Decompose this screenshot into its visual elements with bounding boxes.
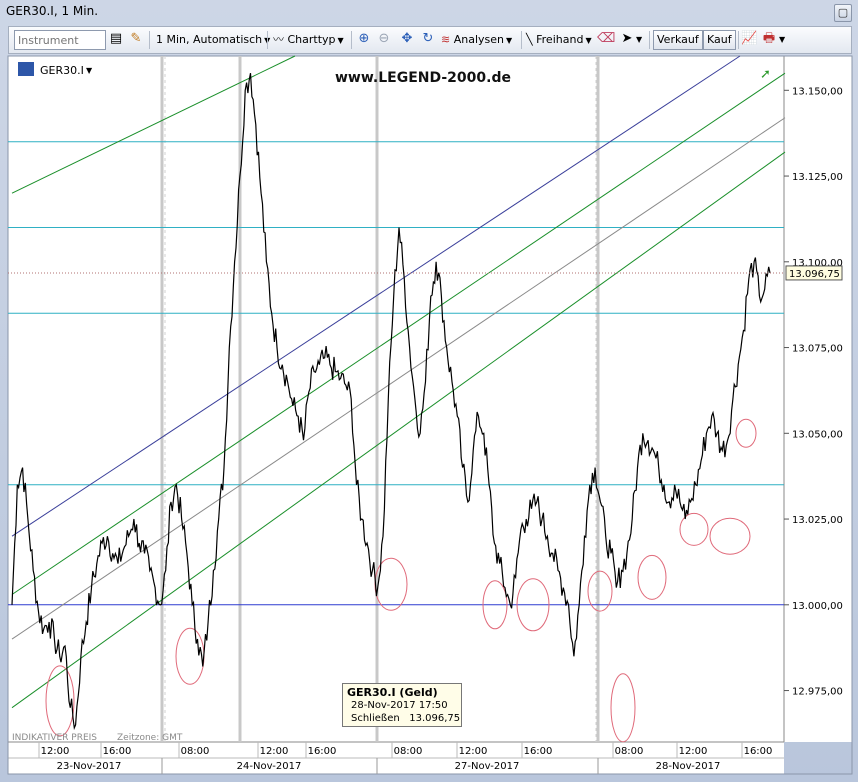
timezone-label: Zeitzone: GMT xyxy=(117,733,183,743)
x-tick-label: 16:00 xyxy=(308,746,337,757)
plot-area xyxy=(8,56,784,742)
x-tick-label: 08:00 xyxy=(181,746,210,757)
price-chart[interactable]: 12.975,00 13.000,00 13.025,00 13.050,00 13.0… xyxy=(0,0,858,782)
symbol-dropdown-icon[interactable]: ▼ xyxy=(86,66,93,75)
date-label: 27-Nov-2017 xyxy=(455,761,520,772)
x-tick-label: 08:00 xyxy=(615,746,644,757)
y-tick-label: 13.050,00 xyxy=(792,429,843,440)
last-price-label: 13.096,75 xyxy=(789,269,840,280)
date-label: 28-Nov-2017 xyxy=(656,761,721,772)
tooltip-datetime: 28-Nov-2017 17:50 xyxy=(351,700,448,711)
date-label: 24-Nov-2017 xyxy=(237,761,302,772)
tooltip-close: Schließen 13.096,75 xyxy=(347,712,461,725)
tooltip-title: GER30.I (Geld) xyxy=(347,686,438,699)
indicative-price-label: INDIKATIVER PREIS xyxy=(12,733,97,743)
y-axis-panel xyxy=(784,56,852,742)
x-tick-label: 16:00 xyxy=(103,746,132,757)
x-tick-label: 12:00 xyxy=(459,746,488,757)
y-tick-label: 13.000,00 xyxy=(792,601,843,612)
price-tooltip: GER30.I (Geld) 28-Nov-2017 17:50 Schließ… xyxy=(342,683,462,727)
date-label: 23-Nov-2017 xyxy=(57,761,122,772)
trend-up-icon: ➚ xyxy=(760,67,771,82)
y-tick-label: 13.125,00 xyxy=(792,172,843,183)
tooltip-close-label: Schließen xyxy=(351,713,400,724)
x-tick-label: 12:00 xyxy=(41,746,70,757)
x-tick-label: 12:00 xyxy=(679,746,708,757)
y-tick-label: 13.075,00 xyxy=(792,344,843,355)
y-tick-label: 12.975,00 xyxy=(792,687,843,698)
x-tick-label: 16:00 xyxy=(524,746,553,757)
tooltip-close-value: 13.096,75 xyxy=(409,713,461,724)
watermark-text: www.LEGEND-2000.de xyxy=(335,70,511,86)
x-tick-label: 16:00 xyxy=(744,746,773,757)
symbol-label[interactable]: GER30.I xyxy=(40,64,84,77)
cfd-icon xyxy=(18,62,34,76)
x-tick-label: 12:00 xyxy=(260,746,289,757)
x-tick-label: 08:00 xyxy=(394,746,423,757)
y-tick-label: 13.025,00 xyxy=(792,515,843,526)
y-tick-label: 13.150,00 xyxy=(792,86,843,97)
